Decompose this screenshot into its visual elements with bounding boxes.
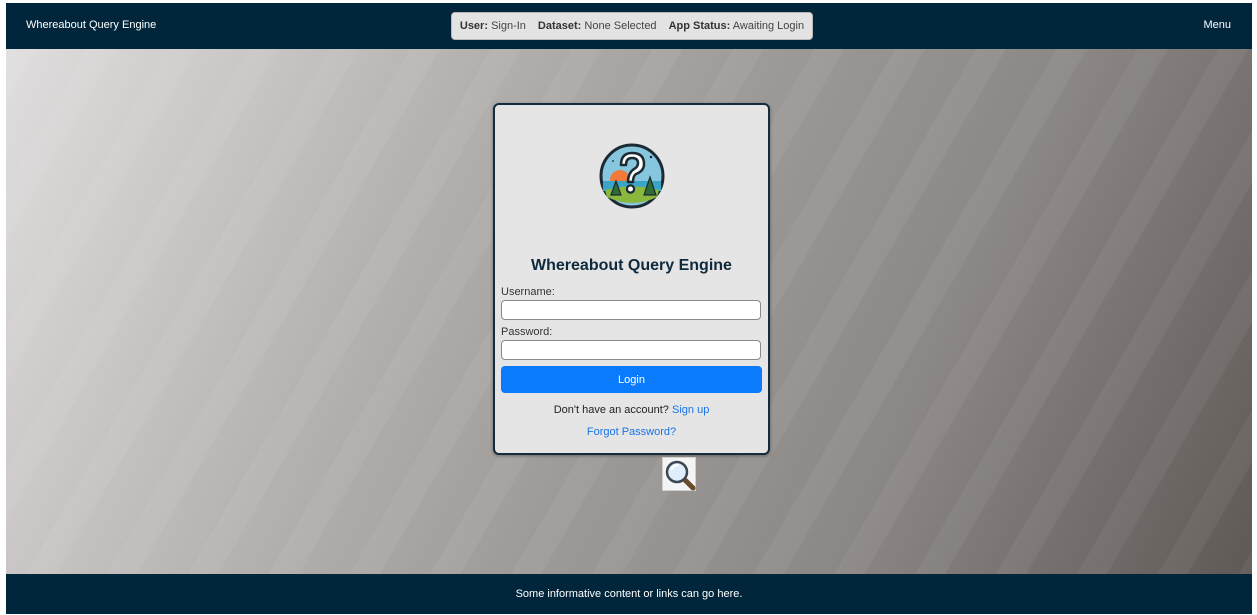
status-bar: User: Sign-In Dataset: None Selected App…: [451, 12, 813, 40]
user-status-value: Sign-In: [491, 20, 526, 32]
magnifier-badge: [662, 457, 696, 491]
magnifier-icon: [665, 460, 696, 491]
app-status-value: Awaiting Login: [732, 20, 805, 32]
question-mark-logo-icon: [599, 143, 665, 209]
forgot-row: Forgot Password?: [495, 426, 768, 438]
login-button[interactable]: Login: [501, 366, 762, 393]
main-content: Whereabout Query Engine Username: Passwo…: [6, 49, 1252, 574]
user-status: User: Sign-In: [460, 20, 526, 32]
forgot-password-link[interactable]: Forgot Password?: [587, 426, 676, 438]
username-input[interactable]: [501, 300, 761, 320]
login-title: Whereabout Query Engine: [531, 257, 732, 274]
app-status-label: App Status:: [668, 20, 731, 32]
dataset-status: Dataset: None Selected: [538, 20, 657, 32]
username-label: Username:: [501, 286, 555, 298]
dataset-status-label: Dataset:: [537, 20, 582, 32]
dataset-status-value: None Selected: [584, 20, 657, 32]
app-name: Whereabout Query Engine: [26, 19, 157, 31]
app-status: App Status: Awaiting Login: [669, 20, 805, 32]
top-navbar: Whereabout Query Engine User: Sign-In Da…: [6, 3, 1252, 49]
signup-link[interactable]: Sign up: [672, 404, 709, 416]
login-card: Whereabout Query Engine Username: Passwo…: [493, 103, 770, 455]
app-window: Whereabout Query Engine User: Sign-In Da…: [6, 3, 1252, 614]
signup-prompt: Don't have an account?: [553, 404, 669, 416]
password-label: Password:: [501, 326, 553, 338]
password-input[interactable]: [501, 340, 761, 360]
menu-button[interactable]: Menu: [1203, 19, 1231, 31]
signup-row: Don't have an account? Sign up: [495, 404, 768, 416]
user-status-label: User:: [459, 20, 488, 32]
footer-text: Some informative content or links can go…: [515, 588, 743, 600]
footer: Some informative content or links can go…: [6, 574, 1252, 614]
